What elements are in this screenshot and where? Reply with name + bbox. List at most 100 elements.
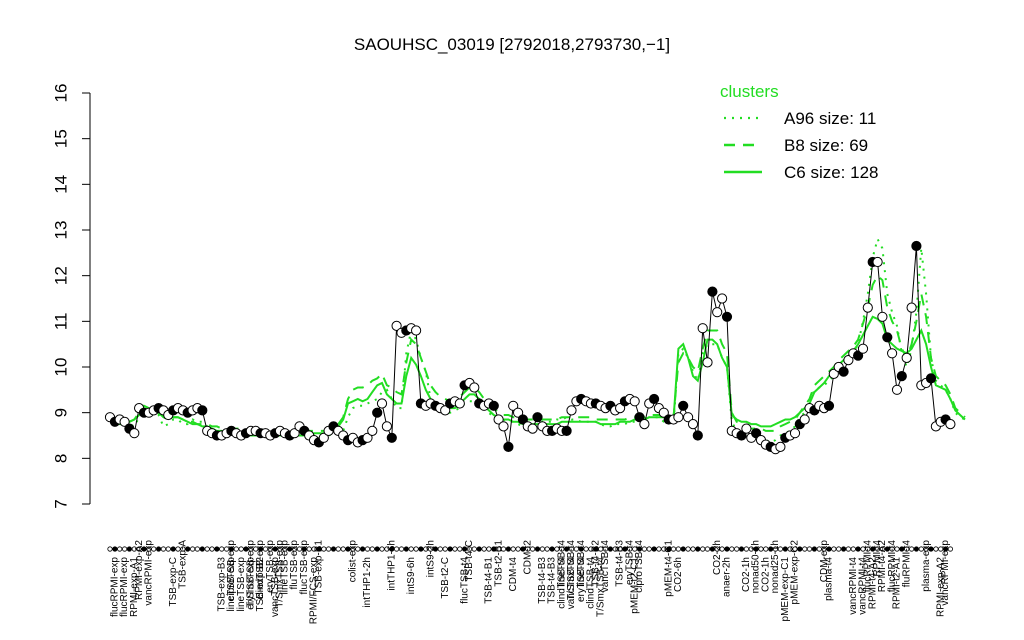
cluster-line-dashed (109, 274, 966, 435)
legend: clusters A96 size: 11 B8 size: 69 C6 siz… (720, 82, 879, 182)
x-label-top: CDM-t2 (522, 540, 533, 575)
x-label-top: vancRPMI-exp (144, 540, 155, 606)
x-label-top: fluRPMI-t4 (901, 540, 912, 588)
sample-marker (413, 546, 419, 552)
x-label-top: colist-exp (348, 540, 359, 583)
sample-marker (369, 546, 375, 552)
sample-marker (685, 546, 691, 552)
data-point (561, 425, 572, 436)
sample-marker (811, 546, 818, 552)
x-label-bottom: pMEM-t2-C1 (629, 557, 640, 614)
x-label-bottom: TSB-t4-B1 (484, 557, 495, 604)
sample-marker (204, 546, 210, 552)
sample-marker (442, 546, 448, 552)
data-point (911, 240, 922, 252)
sample-marker (831, 546, 837, 552)
data-point (673, 412, 684, 423)
sample-marker (539, 546, 546, 552)
y-tick-label: 16 (51, 84, 70, 103)
sample-marker (403, 546, 409, 552)
x-axis-labels: RPMI-exp-A2vancRPMI-exp TSB-exp-A ciproTSB… (109, 540, 951, 625)
sample-marker (850, 546, 856, 552)
data-point (678, 400, 689, 411)
data-point (697, 323, 708, 334)
sample-marker (408, 546, 414, 552)
sample-marker (806, 546, 813, 552)
x-label-bottom: intTHP1-2h (362, 557, 373, 608)
sample-marker (238, 546, 244, 552)
data-point (649, 393, 660, 405)
y-tick-label: 15 (51, 129, 70, 148)
sample-marker (457, 546, 463, 552)
data-point (197, 405, 208, 416)
data-point (639, 419, 650, 430)
x-label-top: plasma-exp (921, 540, 932, 592)
sample-marker (330, 546, 337, 552)
data-point (872, 256, 883, 268)
x-label-bottom: CO2-1h (741, 557, 752, 592)
data-point (707, 286, 718, 297)
sample-marker (544, 546, 550, 552)
x-label-bottom: pMEM-exp-C1 (780, 557, 791, 622)
chart: SAOUHSC_03019 [2792018,2793730,−1] 7 8 9 10… (51, 35, 966, 625)
sample-marker (209, 546, 215, 552)
legend-item-b8: B8 size: 69 (784, 136, 868, 155)
data-point (741, 423, 752, 434)
sample-marker (219, 546, 225, 552)
sample-marker (170, 546, 176, 552)
sample-marker (335, 546, 341, 552)
sample-marker (126, 546, 132, 552)
sample-marker (194, 546, 200, 552)
sample-marker (646, 546, 652, 552)
x-label-top: TSB-t2-B1 (493, 540, 504, 587)
sample-marker (855, 546, 861, 552)
data-point (877, 311, 888, 322)
sample-marker (505, 546, 511, 552)
sample-marker (476, 546, 482, 552)
sample-marker (190, 546, 196, 552)
sample-marker (534, 546, 541, 552)
x-label-top: intS9-2h (425, 540, 436, 577)
sample-marker (437, 546, 443, 552)
data-point (367, 425, 378, 436)
sample-marker (695, 546, 701, 552)
sample-marker (364, 546, 371, 552)
sample-marker (418, 546, 424, 552)
x-label-bottom: CO2-1h (760, 557, 771, 592)
data-point (454, 398, 465, 409)
sample-marker (117, 546, 123, 552)
x-label-bottom: CDM-t4 (508, 557, 519, 592)
sample-marker (724, 546, 730, 552)
data-point (527, 423, 538, 434)
sample-marker (743, 546, 750, 552)
sample-marker (734, 546, 740, 552)
sample-marker (165, 546, 171, 552)
sample-marker (802, 546, 808, 552)
data-point (896, 371, 907, 382)
data-point (386, 432, 397, 443)
x-label-top: intTHP1-6h (386, 540, 397, 591)
data-point (891, 384, 903, 395)
data-point (945, 419, 956, 430)
sample-marker (656, 546, 662, 552)
y-tick-label: 12 (51, 266, 70, 285)
data-point (469, 382, 480, 393)
x-label-top: pMEM-exp-C2 (790, 540, 801, 605)
sample-marker (447, 546, 453, 552)
y-tick-label: 7 (51, 499, 70, 508)
sample-marker (840, 546, 847, 552)
data-point (488, 400, 499, 411)
sample-marker (107, 546, 113, 552)
data-point (532, 412, 543, 423)
sample-marker (510, 546, 516, 552)
sample-marker (359, 546, 366, 552)
data-point (381, 421, 392, 432)
data-point (857, 343, 869, 354)
sample-marker (738, 546, 745, 552)
x-label-bottom: TSB-exp-C (168, 557, 179, 606)
sample-marker (782, 546, 788, 552)
y-axis: 7 8 9 10 11 12 13 14 15 16 (51, 84, 91, 509)
x-label-bottom: TSB-t2-C (440, 557, 451, 599)
data-point (129, 428, 140, 439)
sample-marker (214, 546, 220, 552)
